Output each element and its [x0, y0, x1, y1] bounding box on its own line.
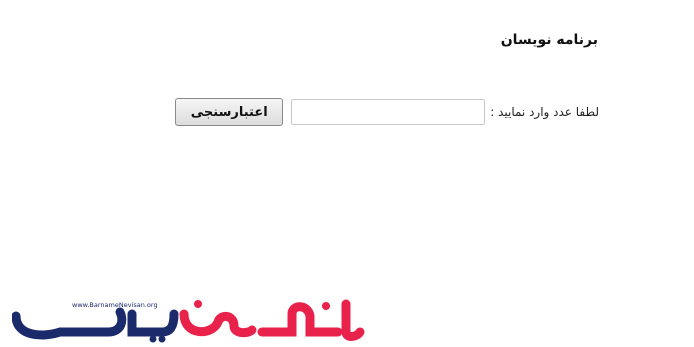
page-title: برنامه نویسان: [500, 32, 598, 48]
number-prompt-label: لطفا عدد وارد نمایید :: [490, 105, 599, 119]
validate-button[interactable]: اعتبارسنجی: [175, 98, 284, 126]
logo-url-text: www.BarnameNevisan.org: [72, 301, 158, 309]
page: برنامه نویسان لطفا عدد وارد نمایید : اعت…: [0, 0, 694, 347]
barnamenevisan-logo: www.BarnameNevisan.org: [12, 299, 365, 343]
number-input[interactable]: [291, 99, 486, 125]
number-form: لطفا عدد وارد نمایید : اعتبارسنجی: [175, 98, 599, 126]
